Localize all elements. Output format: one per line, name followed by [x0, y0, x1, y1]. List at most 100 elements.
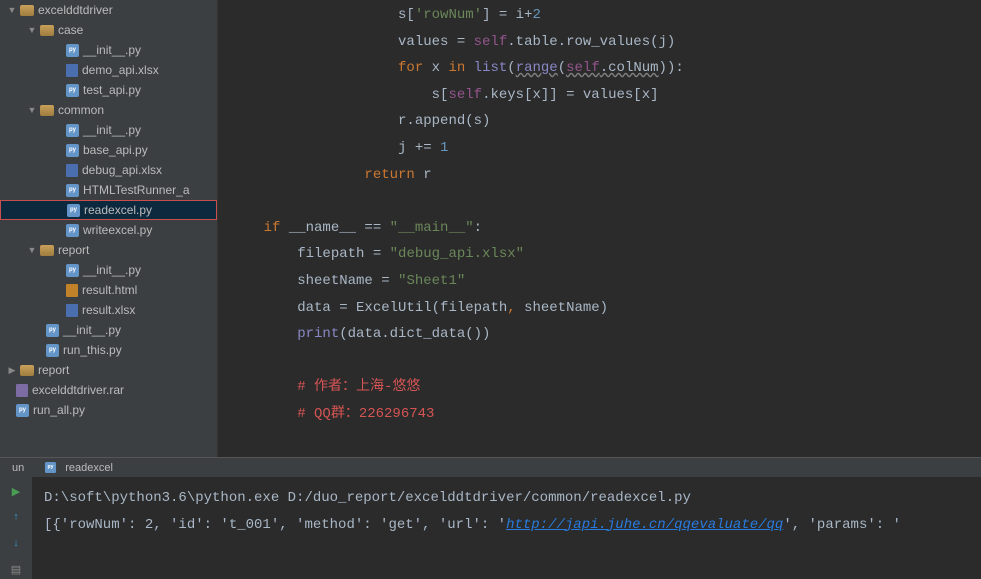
folder-icon: [40, 25, 54, 36]
toolbar-extra-icon[interactable]: ▤: [7, 561, 25, 579]
tree-file[interactable]: __init__.py: [0, 40, 217, 60]
python-file-icon: [66, 124, 79, 137]
xlsx-file-icon: [66, 64, 78, 77]
code-line: r.append(s): [230, 108, 981, 135]
folder-icon: [40, 105, 54, 116]
chevron-down-icon[interactable]: ▼: [26, 104, 38, 116]
tree-file[interactable]: HTMLTestRunner_a: [0, 180, 217, 200]
console-tabs: un readexcel: [0, 458, 981, 477]
html-file-icon: [66, 284, 78, 297]
console-panel: un readexcel ▶ ↑ ↓ ▤ D:\soft\python3.6\p…: [0, 457, 981, 572]
tree-file[interactable]: __init__.py: [0, 260, 217, 280]
tree-label: demo_api.xlsx: [82, 63, 159, 77]
python-file-icon: [66, 224, 79, 237]
tree-folder-common[interactable]: ▼ common: [0, 100, 217, 120]
python-file-icon: [46, 324, 59, 337]
tree-label: writeexcel.py: [83, 223, 152, 237]
tree-label: readexcel.py: [84, 203, 152, 217]
tree-file[interactable]: demo_api.xlsx: [0, 60, 217, 80]
tree-folder-case[interactable]: ▼ case: [0, 20, 217, 40]
code-line: s[self.keys[x]] = values[x]: [230, 82, 981, 109]
python-file-icon: [45, 462, 56, 473]
xlsx-file-icon: [66, 304, 78, 317]
console-line: D:\soft\python3.6\python.exe D:/duo_repo…: [44, 485, 969, 512]
tree-label: test_api.py: [83, 83, 141, 97]
tree-file-selected[interactable]: readexcel.py: [0, 200, 217, 220]
code-line: # 作者：上海-悠悠: [230, 374, 981, 401]
chevron-down-icon[interactable]: ▼: [26, 244, 38, 256]
tree-file[interactable]: writeexcel.py: [0, 220, 217, 240]
tree-label: run_this.py: [63, 343, 122, 357]
code-line: sheetName = "Sheet1": [230, 268, 981, 295]
tree-label: result.html: [82, 283, 137, 297]
tree-label: excelddtdriver: [38, 3, 113, 17]
tab-label: un: [12, 462, 24, 474]
up-arrow-icon[interactable]: ↑: [7, 509, 25, 527]
url-link[interactable]: http://japi.juhe.cn/qqevaluate/qq: [506, 517, 783, 533]
python-file-icon: [66, 84, 79, 97]
tree-label: debug_api.xlsx: [82, 163, 162, 177]
tree-folder-ext-report[interactable]: ▶ report: [0, 360, 217, 380]
tree-label: report: [58, 243, 89, 257]
tree-file[interactable]: __init__.py: [0, 320, 217, 340]
run-tab-readexcel[interactable]: readexcel: [34, 458, 123, 477]
tree-file[interactable]: run_all.py: [0, 400, 217, 420]
console-line: [{'rowNum': 2, 'id': 't_001', 'method': …: [44, 512, 969, 539]
tree-file[interactable]: excelddtdriver.rar: [0, 380, 217, 400]
xlsx-file-icon: [66, 164, 78, 177]
tree-label: __init__.py: [83, 43, 141, 57]
python-file-icon: [66, 44, 79, 57]
code-line: s['rowNum'] = i+2: [230, 2, 981, 29]
project-tree[interactable]: ▼ excelddtdriver ▼ case __init__.py demo…: [0, 0, 218, 457]
python-file-icon: [46, 344, 59, 357]
run-tab-prev[interactable]: un: [2, 459, 34, 477]
code-line: return r: [230, 162, 981, 189]
console-output[interactable]: D:\soft\python3.6\python.exe D:/duo_repo…: [32, 477, 981, 579]
tab-label: readexcel: [65, 462, 113, 474]
chevron-down-icon[interactable]: ▼: [6, 4, 18, 16]
down-arrow-icon[interactable]: ↓: [7, 535, 25, 553]
tree-file[interactable]: run_this.py: [0, 340, 217, 360]
tree-file[interactable]: base_api.py: [0, 140, 217, 160]
tree-folder-report[interactable]: ▼ report: [0, 240, 217, 260]
folder-icon: [20, 365, 34, 376]
code-line: print(data.dict_data()): [230, 321, 981, 348]
folder-icon: [40, 245, 54, 256]
tree-root[interactable]: ▼ excelddtdriver: [0, 0, 217, 20]
code-line: j += 1: [230, 135, 981, 162]
tree-file[interactable]: test_api.py: [0, 80, 217, 100]
python-file-icon: [16, 404, 29, 417]
chevron-right-icon[interactable]: ▶: [6, 364, 18, 376]
tree-label: run_all.py: [33, 403, 85, 417]
code-line: # QQ群：226296743: [230, 401, 981, 428]
chevron-down-icon[interactable]: ▼: [26, 24, 38, 36]
code-line: for x in list(range(self.colNum)):: [230, 55, 981, 82]
code-line: values = self.table.row_values(j): [230, 29, 981, 56]
tree-label: __init__.py: [83, 263, 141, 277]
tree-label: common: [58, 103, 104, 117]
tree-label: excelddtdriver.rar: [32, 383, 124, 397]
python-file-icon: [66, 184, 79, 197]
code-line: [230, 188, 981, 215]
python-file-icon: [66, 144, 79, 157]
console-toolbar: ▶ ↑ ↓ ▤: [0, 477, 32, 579]
code-line: filepath = "debug_api.xlsx": [230, 241, 981, 268]
run-button[interactable]: ▶: [7, 483, 25, 501]
tree-file[interactable]: result.xlsx: [0, 300, 217, 320]
tree-label: report: [38, 363, 69, 377]
folder-icon: [20, 5, 34, 16]
archive-file-icon: [16, 384, 28, 397]
tree-label: result.xlsx: [82, 303, 135, 317]
tree-label: base_api.py: [83, 143, 148, 157]
tree-file[interactable]: __init__.py: [0, 120, 217, 140]
code-editor[interactable]: s['rowNum'] = i+2 values = self.table.ro…: [218, 0, 981, 457]
tree-label: __init__.py: [63, 323, 121, 337]
tree-label: __init__.py: [83, 123, 141, 137]
code-line: data = ExcelUtil(filepath, sheetName): [230, 295, 981, 322]
tree-file[interactable]: result.html: [0, 280, 217, 300]
tree-label: case: [58, 23, 83, 37]
python-file-icon: [67, 204, 80, 217]
code-line: [230, 348, 981, 375]
tree-label: HTMLTestRunner_a: [83, 183, 190, 197]
tree-file[interactable]: debug_api.xlsx: [0, 160, 217, 180]
